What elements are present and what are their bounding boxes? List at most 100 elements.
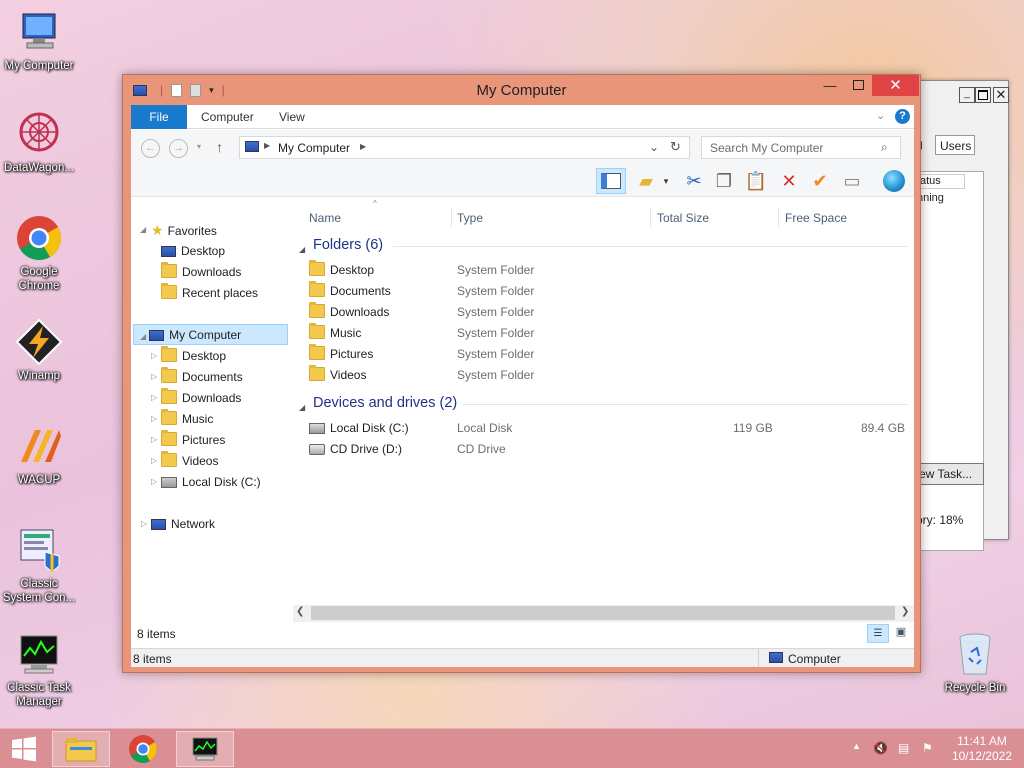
- column-divider[interactable]: [778, 207, 779, 227]
- maximize-button[interactable]: [975, 87, 991, 103]
- taskbar-chrome[interactable]: [114, 731, 172, 767]
- delete-icon[interactable]: ✕: [776, 168, 802, 194]
- checkmark-icon[interactable]: ✔: [807, 168, 833, 194]
- expand-icon[interactable]: ▷: [151, 372, 157, 381]
- refresh-icon[interactable]: ↻: [670, 139, 681, 155]
- close-button[interactable]: ✕: [872, 75, 919, 96]
- start-button[interactable]: [0, 731, 48, 767]
- folder-row[interactable]: Videos System Folder: [293, 365, 914, 386]
- search-input[interactable]: Search My Computer: [701, 136, 901, 159]
- group-folders[interactable]: Folders (6): [313, 237, 383, 253]
- network-tray-icon[interactable]: ▤: [898, 741, 909, 755]
- breadcrumb-arrow-icon[interactable]: ▶: [264, 141, 270, 150]
- column-free-space[interactable]: Free Space: [785, 211, 847, 225]
- expand-icon[interactable]: ▷: [151, 477, 157, 486]
- nav-documents[interactable]: Documents: [161, 367, 243, 388]
- clock[interactable]: 11:41 AM 10/12/2022: [952, 734, 1012, 764]
- folder-row[interactable]: Music System Folder: [293, 323, 914, 344]
- nav-fav-desktop[interactable]: Desktop: [161, 241, 225, 262]
- cut-icon[interactable]: ✂: [681, 168, 707, 194]
- up-arrow-icon[interactable]: ↑: [216, 139, 223, 155]
- folder-row[interactable]: Desktop System Folder: [293, 260, 914, 281]
- volume-muted-icon[interactable]: 🔇: [873, 741, 888, 755]
- nav-network[interactable]: Network: [151, 514, 215, 535]
- desktop-icon-wacup[interactable]: WACUP: [0, 422, 78, 487]
- forward-button[interactable]: →: [169, 139, 188, 158]
- chevron-down-icon[interactable]: ⌄: [876, 109, 885, 122]
- chevron-down-icon[interactable]: ▾: [659, 168, 673, 194]
- nav-my-computer[interactable]: ◢ My Computer: [133, 324, 288, 345]
- column-name[interactable]: Name: [309, 211, 341, 225]
- nav-downloads[interactable]: Downloads: [161, 388, 241, 409]
- expand-icon[interactable]: ▷: [141, 519, 147, 528]
- close-button[interactable]: ✕: [993, 87, 1009, 103]
- collapse-group-icon[interactable]: ◢: [299, 245, 305, 254]
- preview-pane-button[interactable]: [596, 168, 626, 194]
- expand-icon[interactable]: ▷: [151, 456, 157, 465]
- column-total-size[interactable]: Total Size: [657, 211, 709, 225]
- tab-users[interactable]: Users: [935, 135, 975, 155]
- new-task-button[interactable]: ew Task...: [916, 463, 984, 485]
- expand-icon[interactable]: ▷: [151, 351, 157, 360]
- tab-file[interactable]: File: [131, 105, 187, 129]
- folder-row[interactable]: Documents System Folder: [293, 281, 914, 302]
- scroll-left-icon[interactable]: ❮: [296, 606, 304, 617]
- minimize-button[interactable]: —: [816, 75, 844, 96]
- drive-row[interactable]: Local Disk (C:) Local Disk 119 GB 89.4 GB: [293, 418, 914, 439]
- status-column-header[interactable]: atus: [917, 174, 965, 189]
- expand-icon[interactable]: ▷: [151, 393, 157, 402]
- explorer-window[interactable]: | ▾ | My Computer — ✕ File Computer View…: [122, 74, 921, 673]
- recent-locations-icon[interactable]: ▾: [197, 142, 201, 151]
- address-bar[interactable]: ▶ My Computer ▶ ⌄ ↻: [239, 136, 690, 159]
- desktop-icon-chrome[interactable]: Google Chrome: [0, 214, 78, 293]
- taskbar-file-explorer[interactable]: [52, 731, 110, 767]
- horizontal-scrollbar[interactable]: ❮ ❯: [293, 605, 914, 622]
- expand-icon[interactable]: ▷: [151, 435, 157, 444]
- column-type[interactable]: Type: [457, 211, 483, 225]
- expand-icon[interactable]: ◢: [140, 225, 146, 234]
- paste-icon[interactable]: 📋: [743, 168, 769, 194]
- desktop-icon-winamp[interactable]: Winamp: [0, 318, 78, 383]
- group-devices[interactable]: Devices and drives (2): [313, 395, 457, 411]
- expand-icon[interactable]: ◢: [140, 332, 146, 341]
- globe-icon[interactable]: [881, 168, 907, 194]
- scrollbar-thumb[interactable]: [311, 606, 895, 620]
- expand-icon[interactable]: ▷: [151, 414, 157, 423]
- copy-icon[interactable]: ❐: [711, 168, 737, 194]
- nav-fav-recent-places[interactable]: Recent places: [161, 283, 258, 304]
- column-divider[interactable]: [451, 207, 452, 227]
- address-dropdown-icon[interactable]: ⌄: [649, 140, 659, 154]
- nav-fav-downloads[interactable]: Downloads: [161, 262, 241, 283]
- scroll-right-icon[interactable]: ❯: [901, 606, 909, 617]
- desktop-icon-task-manager[interactable]: Classic Task Manager: [0, 630, 78, 709]
- breadcrumb-my-computer[interactable]: My Computer: [278, 141, 350, 155]
- details-view-icon[interactable]: ☰: [867, 624, 889, 643]
- title-bar[interactable]: | ▾ | My Computer — ✕: [123, 75, 920, 105]
- nav-local-disk[interactable]: Local Disk (C:): [161, 472, 261, 493]
- nav-pictures[interactable]: Pictures: [161, 430, 225, 451]
- maximize-button[interactable]: [844, 75, 872, 96]
- help-icon[interactable]: ?: [895, 109, 910, 124]
- desktop-icon-system-control[interactable]: Classic System Con...: [0, 526, 78, 605]
- tab-view[interactable]: View: [265, 105, 319, 129]
- collapse-group-icon[interactable]: ◢: [299, 403, 305, 412]
- column-divider[interactable]: [650, 207, 651, 227]
- folder-row[interactable]: Downloads System Folder: [293, 302, 914, 323]
- minimize-button[interactable]: _: [959, 87, 975, 103]
- desktop-icon-recycle-bin[interactable]: Recycle Bin: [936, 630, 1014, 695]
- desktop-icon-datawagon[interactable]: DataWagon...: [0, 110, 78, 175]
- large-icons-view-icon[interactable]: ▣: [891, 624, 911, 643]
- breadcrumb-arrow-icon[interactable]: ▶: [360, 142, 366, 151]
- action-center-icon[interactable]: ⚑: [922, 741, 933, 755]
- taskbar-task-manager[interactable]: [176, 731, 234, 767]
- show-hidden-icons[interactable]: ▲: [852, 741, 861, 751]
- folder-row[interactable]: Pictures System Folder: [293, 344, 914, 365]
- drive-row[interactable]: CD Drive (D:) CD Drive: [293, 439, 914, 460]
- tab-computer[interactable]: Computer: [187, 105, 268, 129]
- background-task-manager-window[interactable]: _ ✕ g Users atus nning ew Task... ory: 1…: [915, 80, 1009, 551]
- nav-videos[interactable]: Videos: [161, 451, 218, 472]
- nav-music[interactable]: Music: [161, 409, 213, 430]
- rename-icon[interactable]: ▭: [839, 168, 865, 194]
- nav-favorites[interactable]: ★ Favorites: [151, 220, 217, 241]
- nav-desktop[interactable]: Desktop: [161, 346, 226, 367]
